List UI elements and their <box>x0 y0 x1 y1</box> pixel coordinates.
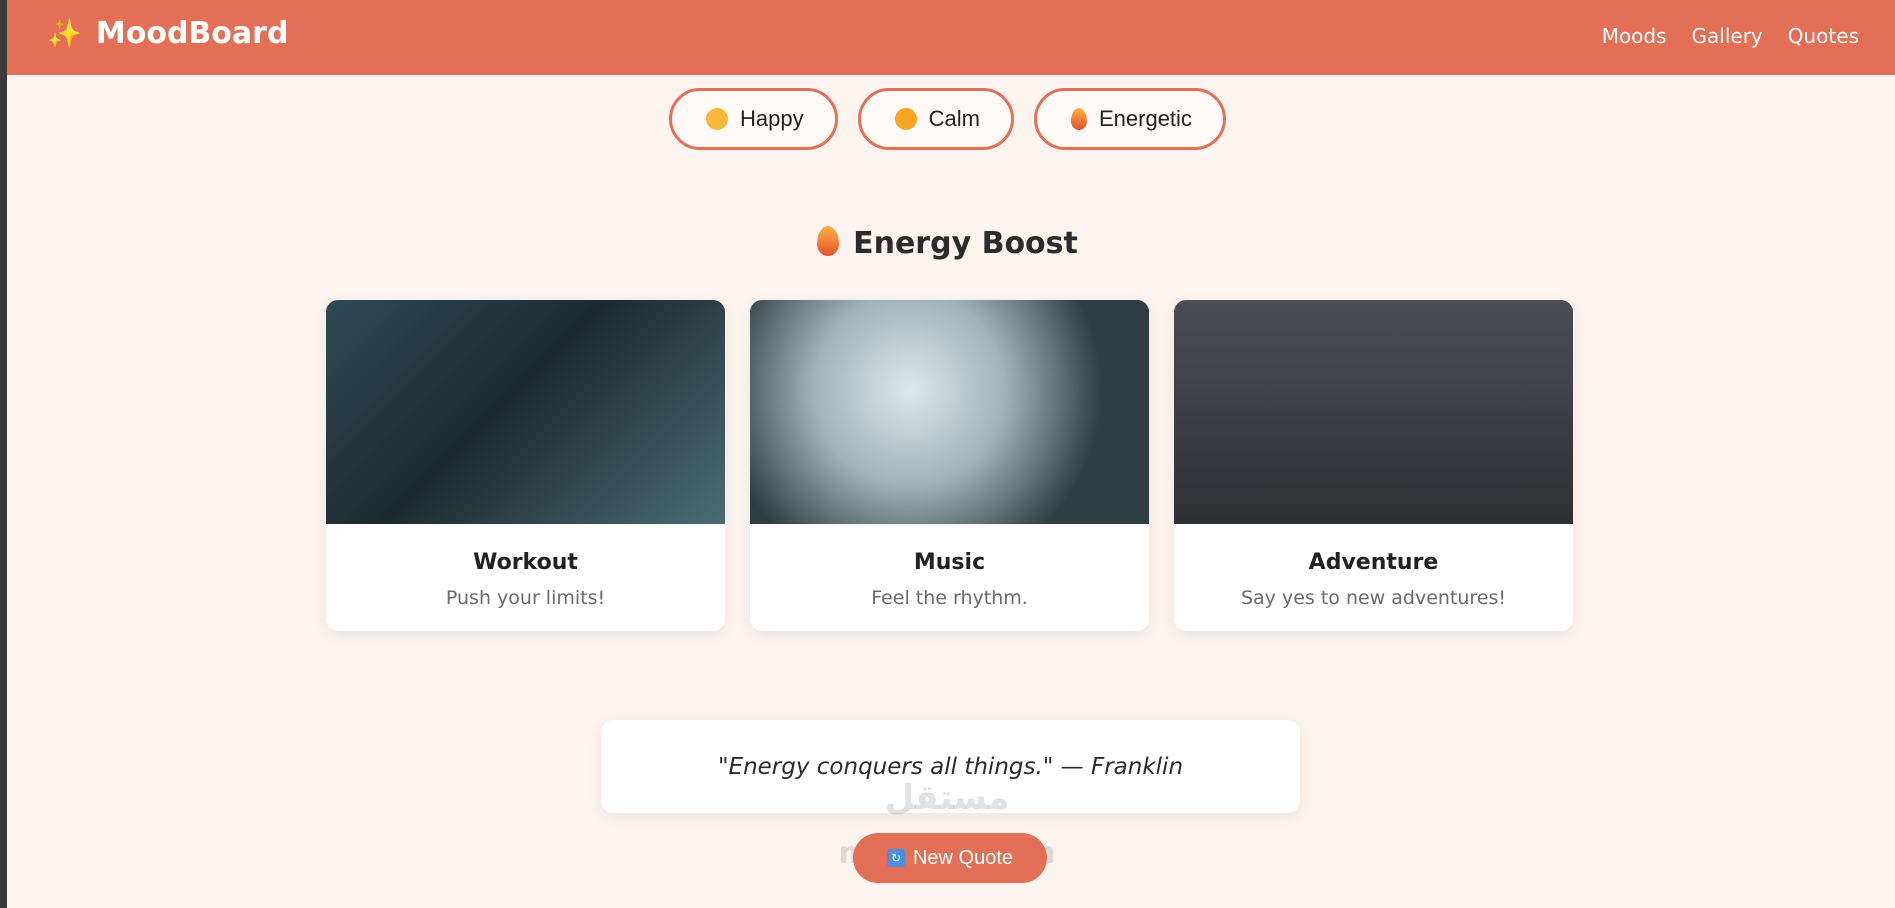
mood-button-happy[interactable]: Happy <box>669 88 838 150</box>
mood-label: Calm <box>928 106 980 131</box>
workout-image <box>326 300 725 524</box>
fire-icon <box>817 226 840 256</box>
card-description: Say yes to new adventures! <box>1240 587 1507 609</box>
card-workout[interactable]: Workout Push your limits! <box>326 300 725 631</box>
card-adventure[interactable]: Adventure Say yes to new adventures! <box>1174 300 1573 631</box>
mood-label: Energetic <box>1098 106 1192 131</box>
adventure-image <box>1174 300 1573 524</box>
music-image <box>750 300 1149 524</box>
card-title: Workout <box>473 550 578 575</box>
refresh-icon: ↻ <box>886 849 905 867</box>
sparkles-icon: ✨ <box>47 17 82 50</box>
top-nav: Moods Gallery Quotes <box>1602 24 1859 48</box>
card-description: Feel the rhythm. <box>871 587 1028 609</box>
card-music[interactable]: Music Feel the rhythm. <box>750 300 1149 631</box>
section-title-text: Energy Boost <box>853 226 1078 261</box>
top-header: ✨ MoodBoard Moods Gallery Quotes <box>7 0 1895 75</box>
brand[interactable]: ✨ MoodBoard <box>47 16 288 51</box>
mood-label: Happy <box>740 106 804 131</box>
quote-box: "Energy conquers all things." — Franklin <box>601 720 1300 813</box>
mood-selector: Happy Calm Energetic <box>0 88 1895 150</box>
card-title: Adventure <box>1308 550 1439 575</box>
quote-text: "Energy conquers all things." — Franklin <box>717 753 1184 780</box>
mood-button-calm[interactable]: Calm <box>857 88 1014 150</box>
fire-icon <box>1070 108 1087 130</box>
mood-cards: Workout Push your limits! Music Feel the… <box>326 300 1573 631</box>
nav-link-moods[interactable]: Moods <box>1602 24 1667 48</box>
card-title: Music <box>913 550 986 575</box>
relieved-face-icon <box>894 108 917 130</box>
section-title: Energy Boost <box>0 226 1895 261</box>
nav-link-gallery[interactable]: Gallery <box>1692 24 1763 48</box>
new-quote-button[interactable]: ↻ New Quote <box>853 833 1047 883</box>
brand-name: MoodBoard <box>95 16 289 51</box>
smiling-face-icon <box>706 108 729 130</box>
nav-link-quotes[interactable]: Quotes <box>1788 24 1859 48</box>
new-quote-label: New Quote <box>912 846 1014 869</box>
mood-button-energetic[interactable]: Energetic <box>1033 88 1226 150</box>
card-description: Push your limits! <box>445 587 606 609</box>
